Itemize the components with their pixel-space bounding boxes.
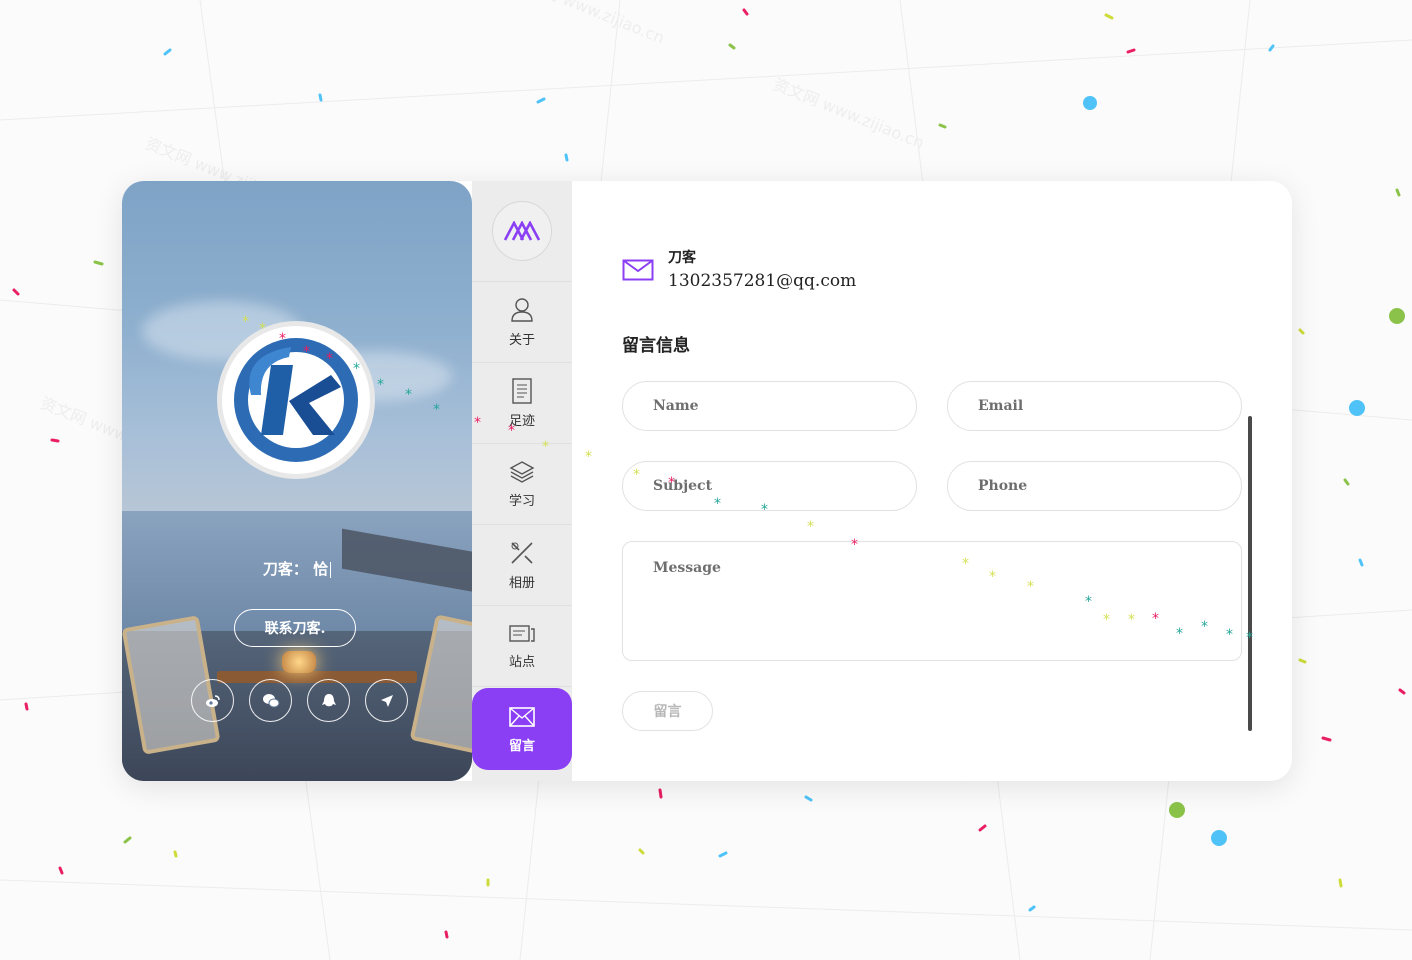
message-textarea[interactable] — [622, 541, 1242, 661]
nav-item-label: 站点 — [508, 654, 535, 670]
svg-text:资文网 www.zijiao.cn: 资文网 www.zijiao.cn — [511, 0, 667, 48]
mail-icon — [509, 706, 535, 727]
profile-panel: 刀客： 恰 联系刀客. — [122, 181, 472, 781]
location-button[interactable] — [365, 679, 408, 722]
lamp-decoration — [282, 651, 316, 673]
site-logo[interactable] — [492, 201, 552, 261]
location-arrow-icon — [380, 694, 393, 707]
user-icon — [511, 297, 533, 322]
k-logo-icon — [234, 338, 358, 462]
tagline-text: 刀客： 恰 — [262, 560, 329, 578]
envelope-icon — [622, 259, 654, 281]
nav-item-sites[interactable]: 站点 — [472, 606, 572, 687]
nav-item-study[interactable]: 学习 — [472, 444, 572, 525]
mountain-logo-icon — [504, 221, 540, 241]
nav-item-footprint[interactable]: 足迹 — [472, 363, 572, 444]
main-card: 刀客： 恰 联系刀客. 关于 足迹 学习 相册 站点 留言 刀客 1302357… — [122, 181, 1292, 781]
nav-item-message[interactable]: 留言 — [472, 688, 572, 770]
wechat-button[interactable] — [249, 679, 292, 722]
nav-logo-area — [472, 181, 572, 282]
nav-item-label: 关于 — [508, 332, 535, 348]
phone-input[interactable] — [947, 461, 1242, 511]
email-input[interactable] — [947, 381, 1242, 431]
nav-item-label: 学习 — [508, 493, 535, 509]
contact-info: 刀客 1302357281@qq.com — [622, 247, 856, 291]
svg-text:资文网 www.zijiao.cn: 资文网 www.zijiao.cn — [770, 75, 926, 153]
contact-email[interactable]: 1302357281@qq.com — [668, 271, 856, 291]
tagline: 刀客： 恰 — [122, 558, 472, 579]
submit-button[interactable]: 留言 — [622, 691, 713, 731]
contact-text: 刀客 1302357281@qq.com — [668, 247, 856, 291]
message-section: 刀客 1302357281@qq.com 留言信息 留言 — [572, 181, 1292, 781]
contact-name: 刀客 — [668, 250, 696, 266]
document-icon — [512, 377, 532, 404]
nav-item-label: 相册 — [508, 575, 535, 591]
layers-icon — [509, 460, 535, 483]
tools-icon — [511, 541, 533, 564]
typing-cursor — [330, 562, 332, 578]
qq-button[interactable] — [307, 679, 350, 722]
name-input[interactable] — [622, 381, 917, 431]
nav-item-album[interactable]: 相册 — [472, 525, 572, 606]
scrollbar[interactable] — [1248, 416, 1252, 731]
weibo-button[interactable] — [191, 679, 234, 722]
weibo-icon — [205, 694, 220, 707]
site-icon — [509, 624, 535, 642]
form-title: 留言信息 — [622, 336, 690, 356]
side-nav: 关于 足迹 学习 相册 站点 留言 — [472, 181, 572, 781]
social-links — [191, 679, 408, 722]
avatar[interactable] — [217, 321, 375, 479]
contact-button[interactable]: 联系刀客. — [234, 609, 356, 647]
nav-item-about[interactable]: 关于 — [472, 282, 572, 363]
wechat-icon — [262, 693, 279, 707]
nav-item-label: 留言 — [508, 738, 535, 754]
subject-input[interactable] — [622, 461, 917, 511]
qq-icon — [321, 693, 336, 706]
